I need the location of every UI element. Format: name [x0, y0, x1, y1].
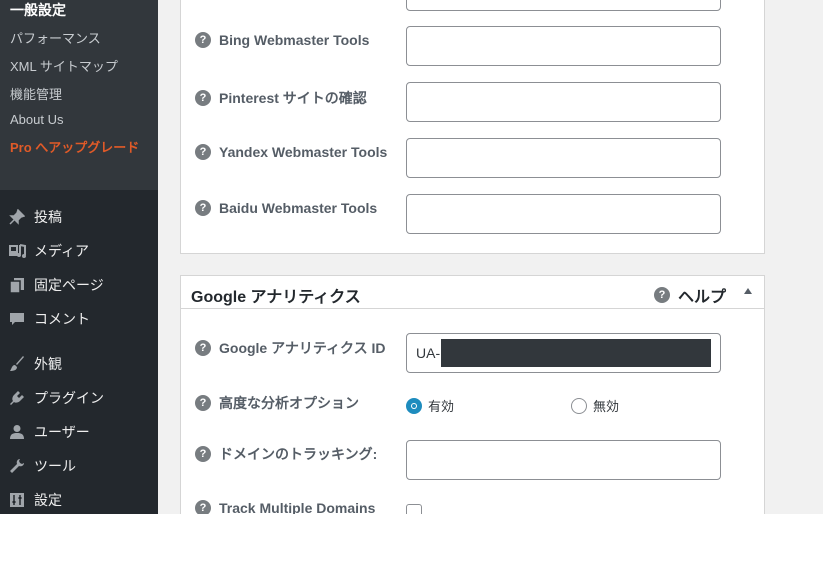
- menu-label: コメント: [34, 311, 90, 327]
- submenu-item-general-settings[interactable]: 一般設定: [10, 0, 66, 20]
- menu-label: ユーザー: [34, 424, 90, 440]
- paintbrush-icon: [8, 355, 26, 373]
- menu-label: メディア: [34, 243, 90, 259]
- help-icon[interactable]: ?: [195, 32, 211, 48]
- ga-id-label: ? Google アナリティクス ID: [195, 338, 385, 358]
- menu-item-appearance[interactable]: 外観: [0, 350, 158, 378]
- field-label-text: 高度な分析オプション: [219, 395, 359, 411]
- multiple-domains-checkbox[interactable]: [406, 504, 422, 514]
- yandex-field-label: ? Yandex Webmaster Tools: [195, 144, 387, 160]
- advanced-options-label: ? 高度な分析オプション: [195, 393, 359, 413]
- field-label-text: Yandex Webmaster Tools: [219, 144, 388, 160]
- help-label: ヘルプ: [677, 289, 726, 306]
- menu-label: 外観: [34, 356, 62, 372]
- media-icon: [8, 242, 26, 260]
- collapse-arrow-icon[interactable]: [744, 288, 752, 294]
- comment-icon: [8, 310, 26, 328]
- pages-icon: [8, 276, 26, 294]
- radio-disabled[interactable]: 無効: [571, 396, 619, 415]
- menu-item-settings[interactable]: 設定: [0, 486, 158, 514]
- submenu-item-performance[interactable]: パフォーマンス: [10, 28, 101, 47]
- field-label-text: Bing Webmaster Tools: [219, 32, 370, 48]
- submenu-item-about-us[interactable]: About Us: [10, 112, 63, 127]
- redacted-id: [441, 339, 711, 367]
- wrench-icon: [8, 457, 26, 475]
- ga-id-input[interactable]: UA-: [406, 333, 721, 373]
- help-icon[interactable]: ?: [195, 200, 211, 216]
- menu-label: 固定ページ: [34, 277, 104, 293]
- menu-item-tools[interactable]: ツール: [0, 452, 158, 480]
- help-icon[interactable]: ?: [195, 395, 211, 411]
- help-icon[interactable]: ?: [195, 144, 211, 160]
- domain-tracking-label: ? ドメインのトラッキング:: [195, 444, 377, 464]
- webmaster-tools-panel: ? Bing Webmaster Tools ? Pinterest サイトの確…: [180, 0, 765, 254]
- field-label-text: Baidu Webmaster Tools: [219, 200, 378, 216]
- help-icon[interactable]: ?: [195, 340, 211, 356]
- panel-title: Google アナリティクス: [191, 289, 361, 306]
- radio-label: 無効: [593, 399, 620, 414]
- previous-field-input[interactable]: [406, 0, 721, 11]
- google-analytics-panel: Google アナリティクス ? ヘルプ ? Google アナリティクス ID…: [180, 275, 765, 514]
- radio-button[interactable]: [571, 397, 587, 414]
- menu-label: 投稿: [34, 209, 62, 225]
- menu-item-pages[interactable]: 固定ページ: [0, 271, 158, 299]
- menu-label: ツール: [34, 458, 76, 474]
- pinterest-field-label: ? Pinterest サイトの確認: [195, 88, 367, 108]
- pushpin-icon: [8, 208, 26, 226]
- menu-item-media[interactable]: メディア: [0, 237, 158, 265]
- field-label-text: Track Multiple Domains: [219, 500, 376, 514]
- help-icon[interactable]: ?: [195, 500, 211, 514]
- admin-sidebar: 一般設定 パフォーマンス XML サイトマップ 機能管理 About Us Pr…: [0, 0, 158, 514]
- domain-tracking-input[interactable]: [406, 440, 721, 480]
- submenu-item-xml-sitemap[interactable]: XML サイトマップ: [10, 56, 118, 75]
- radio-enabled[interactable]: 有効: [406, 396, 454, 415]
- radio-label: 有効: [428, 399, 455, 414]
- help-icon[interactable]: ?: [195, 446, 211, 462]
- panel-header: Google アナリティクス ? ヘルプ: [181, 276, 764, 309]
- menu-label: 設定: [34, 492, 62, 508]
- radio-button-checked[interactable]: [406, 397, 422, 414]
- pinterest-verify-input[interactable]: [406, 82, 721, 122]
- menu-item-comments[interactable]: コメント: [0, 305, 158, 333]
- user-icon: [8, 423, 26, 441]
- settings-main: ? Bing Webmaster Tools ? Pinterest サイトの確…: [158, 0, 823, 514]
- field-label-text: ドメインのトラッキング:: [219, 446, 378, 462]
- baidu-field-label: ? Baidu Webmaster Tools: [195, 200, 377, 216]
- plugin-icon: [8, 389, 26, 407]
- field-label-text: Google アナリティクス ID: [219, 340, 386, 356]
- yandex-webmaster-input[interactable]: [406, 138, 721, 178]
- aioseo-submenu: 一般設定 パフォーマンス XML サイトマップ 機能管理 About Us Pr…: [0, 0, 158, 190]
- baidu-webmaster-input[interactable]: [406, 194, 721, 234]
- menu-item-posts[interactable]: 投稿: [0, 203, 158, 231]
- help-button[interactable]: ? ヘルプ: [653, 283, 726, 307]
- admin-viewport: 一般設定 パフォーマンス XML サイトマップ 機能管理 About Us Pr…: [0, 0, 823, 514]
- bing-field-label: ? Bing Webmaster Tools: [195, 32, 369, 48]
- menu-item-plugins[interactable]: プラグイン: [0, 384, 158, 412]
- bing-webmaster-input[interactable]: [406, 26, 721, 66]
- menu-label: プラグイン: [34, 390, 104, 406]
- help-icon[interactable]: ?: [195, 90, 211, 106]
- multiple-domains-label: ? Track Multiple Domains: [195, 500, 375, 514]
- field-label-text: Pinterest サイトの確認: [219, 90, 367, 106]
- help-icon: ?: [653, 287, 670, 303]
- ga-id-prefix: UA-: [416, 345, 441, 361]
- menu-item-users[interactable]: ユーザー: [0, 418, 158, 446]
- submenu-item-feature-manager[interactable]: 機能管理: [10, 84, 62, 103]
- settings-icon: [8, 491, 26, 509]
- submenu-item-upgrade-pro[interactable]: Pro へアップグレード: [10, 139, 140, 157]
